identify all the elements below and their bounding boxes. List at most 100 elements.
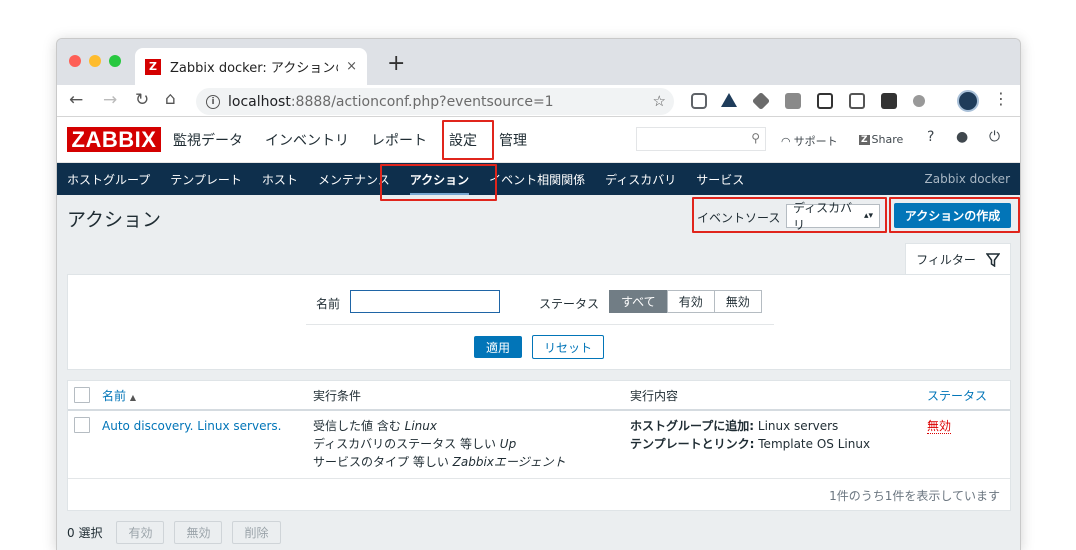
submenu-templates[interactable]: テンプレート bbox=[170, 171, 242, 188]
operation-label: テンプレートとリンク: bbox=[630, 437, 755, 451]
page-title: アクション bbox=[67, 209, 162, 231]
address-bar[interactable]: i localhost:8888/actionconf.php?eventsou… bbox=[196, 88, 674, 115]
main-menu: 監視データ インベントリ レポート 設定 管理 bbox=[173, 117, 549, 163]
server-name: Zabbix docker bbox=[924, 172, 1010, 186]
menu-item-configuration[interactable]: 設定 bbox=[449, 130, 477, 150]
operation-value: Template OS Linux bbox=[754, 437, 871, 451]
submenu-maintenance[interactable]: メンテナンス bbox=[318, 171, 390, 188]
mass-delete-button[interactable]: 削除 bbox=[232, 521, 281, 544]
column-header-status[interactable]: ステータス bbox=[927, 387, 987, 404]
operation-line: テンプレートとリンク: Template OS Linux bbox=[630, 435, 870, 453]
zoom-window-button[interactable] bbox=[109, 55, 121, 67]
submenu-discovery[interactable]: ディスカバリ bbox=[605, 171, 676, 188]
mass-enable-button[interactable]: 有効 bbox=[116, 521, 165, 544]
selected-count: 0 選択 bbox=[67, 526, 103, 540]
back-arrow-icon[interactable]: ← bbox=[69, 90, 83, 110]
site-info-icon[interactable]: i bbox=[206, 94, 220, 109]
user-profile-icon[interactable]: ● bbox=[956, 129, 968, 145]
window-controls bbox=[69, 55, 121, 67]
column-header-name-label: 名前 bbox=[102, 389, 127, 403]
filter-tab[interactable]: フィルター bbox=[905, 243, 1011, 275]
create-action-button[interactable]: アクションの作成 bbox=[894, 203, 1011, 228]
forward-arrow-icon[interactable]: → bbox=[103, 90, 117, 110]
browser-tabstrip: Z Zabbix docker: アクションの設定 × + bbox=[57, 39, 1020, 85]
column-header-name[interactable]: 名前 ▲ bbox=[102, 387, 136, 404]
bookmark-star-icon[interactable]: ☆ bbox=[653, 92, 666, 110]
event-source-value: ディスカバリ bbox=[793, 201, 853, 232]
new-tab-button[interactable]: + bbox=[387, 51, 405, 76]
help-icon[interactable]: ? bbox=[927, 129, 934, 145]
operation-label: ホストグループに追加: bbox=[630, 419, 755, 433]
filter-tab-label: フィルター bbox=[916, 253, 976, 267]
status-toggle-link[interactable]: 無効 bbox=[927, 419, 952, 434]
submenu-event-correlation[interactable]: イベント相関関係 bbox=[489, 171, 585, 188]
global-search-input[interactable]: ⚲ bbox=[636, 127, 766, 151]
mass-action-bar: 0 選択 有効 無効 削除 bbox=[67, 521, 291, 544]
share-link[interactable]: Z Share bbox=[859, 133, 903, 146]
menu-item-monitoring[interactable]: 監視データ bbox=[173, 130, 243, 150]
sort-ascending-icon: ▲ bbox=[129, 393, 136, 402]
zabbix-logo[interactable]: ZABBIX bbox=[67, 127, 161, 152]
mass-disable-button[interactable]: 無効 bbox=[174, 521, 223, 544]
check-extension-icon[interactable] bbox=[881, 93, 897, 109]
condition-line: ディスカバリのステータス 等しい Up bbox=[313, 435, 566, 453]
condition-line: 受信した値 含む Linux bbox=[313, 417, 566, 435]
reload-icon[interactable]: ↻ bbox=[135, 90, 149, 110]
operation-line: ホストグループに追加: Linux servers bbox=[630, 417, 870, 435]
share-badge-icon: Z bbox=[859, 134, 870, 145]
support-label: サポート bbox=[793, 135, 838, 148]
url-host: localhost bbox=[228, 93, 291, 110]
panel-extension-icon[interactable] bbox=[817, 93, 833, 109]
cursor-extension-icon[interactable] bbox=[721, 93, 737, 107]
search-icon[interactable]: ⚲ bbox=[751, 131, 760, 145]
condition-value: Linux bbox=[404, 419, 437, 433]
x-extension-icon[interactable] bbox=[785, 93, 801, 109]
status-option-disabled[interactable]: 無効 bbox=[713, 290, 762, 313]
column-header-conditions: 実行条件 bbox=[313, 389, 362, 403]
condition-line: サービスのタイプ 等しい Zabbixエージェント bbox=[313, 453, 566, 471]
browser-menu-icon[interactable]: ⋮ bbox=[993, 89, 1009, 108]
status-option-all[interactable]: すべて bbox=[609, 290, 668, 313]
close-window-button[interactable] bbox=[69, 55, 81, 67]
row-checkbox[interactable] bbox=[74, 417, 90, 433]
condition-text: サービスのタイプ 等しい bbox=[313, 455, 453, 469]
apply-filter-button[interactable]: 適用 bbox=[474, 336, 522, 358]
home-icon[interactable]: ⌂ bbox=[165, 89, 176, 109]
tab-title: Zabbix docker: アクションの設定 bbox=[170, 61, 338, 76]
table-footer-count: 1件のうち1件を表示しています bbox=[829, 489, 1000, 503]
menu-item-administration[interactable]: 管理 bbox=[499, 130, 527, 150]
support-link[interactable]: ◠ サポート bbox=[781, 133, 838, 149]
select-all-checkbox[interactable] bbox=[74, 387, 90, 403]
filter-divider bbox=[306, 324, 774, 325]
status-filter-label: ステータス bbox=[539, 297, 600, 311]
reset-filter-button[interactable]: リセット bbox=[532, 335, 604, 359]
share-label: Share bbox=[871, 133, 904, 146]
drive-extension-icon[interactable] bbox=[751, 91, 771, 111]
close-tab-icon[interactable]: × bbox=[346, 59, 357, 74]
operation-value: Linux servers bbox=[754, 419, 839, 433]
submenu-hosts[interactable]: ホスト bbox=[262, 171, 298, 188]
zabbix-favicon-icon: Z bbox=[145, 58, 161, 75]
status-option-enabled[interactable]: 有効 bbox=[666, 290, 715, 313]
zabbix-header: ZABBIX 監視データ インベントリ レポート 設定 管理 ⚲ ◠ サポート Z… bbox=[57, 117, 1020, 163]
menu-item-reports[interactable]: レポート bbox=[371, 130, 427, 150]
name-filter-input[interactable] bbox=[350, 290, 500, 313]
pocket-extension-icon[interactable] bbox=[691, 93, 707, 109]
browser-window: Z Zabbix docker: アクションの設定 × + ← → ↻ ⌂ i … bbox=[56, 38, 1021, 550]
submenu-services[interactable]: サービス bbox=[696, 171, 744, 188]
event-source-select[interactable]: ディスカバリ ▴▾ bbox=[786, 201, 880, 232]
event-source-label: イベントソース bbox=[697, 211, 781, 225]
browser-tab[interactable]: Z Zabbix docker: アクションの設定 × bbox=[135, 48, 367, 85]
submenu-host-groups[interactable]: ホストグループ bbox=[67, 171, 150, 188]
profile-avatar[interactable] bbox=[957, 90, 979, 112]
name-filter-label: 名前 bbox=[316, 297, 341, 311]
headset-icon: ◠ bbox=[781, 134, 791, 148]
dot-extension-icon[interactable] bbox=[913, 95, 925, 107]
action-name-link[interactable]: Auto discovery. Linux servers. bbox=[102, 417, 281, 435]
grid-extension-icon[interactable] bbox=[849, 93, 865, 109]
minimize-window-button[interactable] bbox=[89, 55, 101, 67]
sign-out-icon[interactable]: ⏻ bbox=[989, 129, 1000, 145]
menu-item-inventory[interactable]: インベントリ bbox=[265, 130, 349, 150]
funnel-icon bbox=[985, 252, 1000, 267]
submenu-actions[interactable]: アクション bbox=[409, 171, 470, 195]
